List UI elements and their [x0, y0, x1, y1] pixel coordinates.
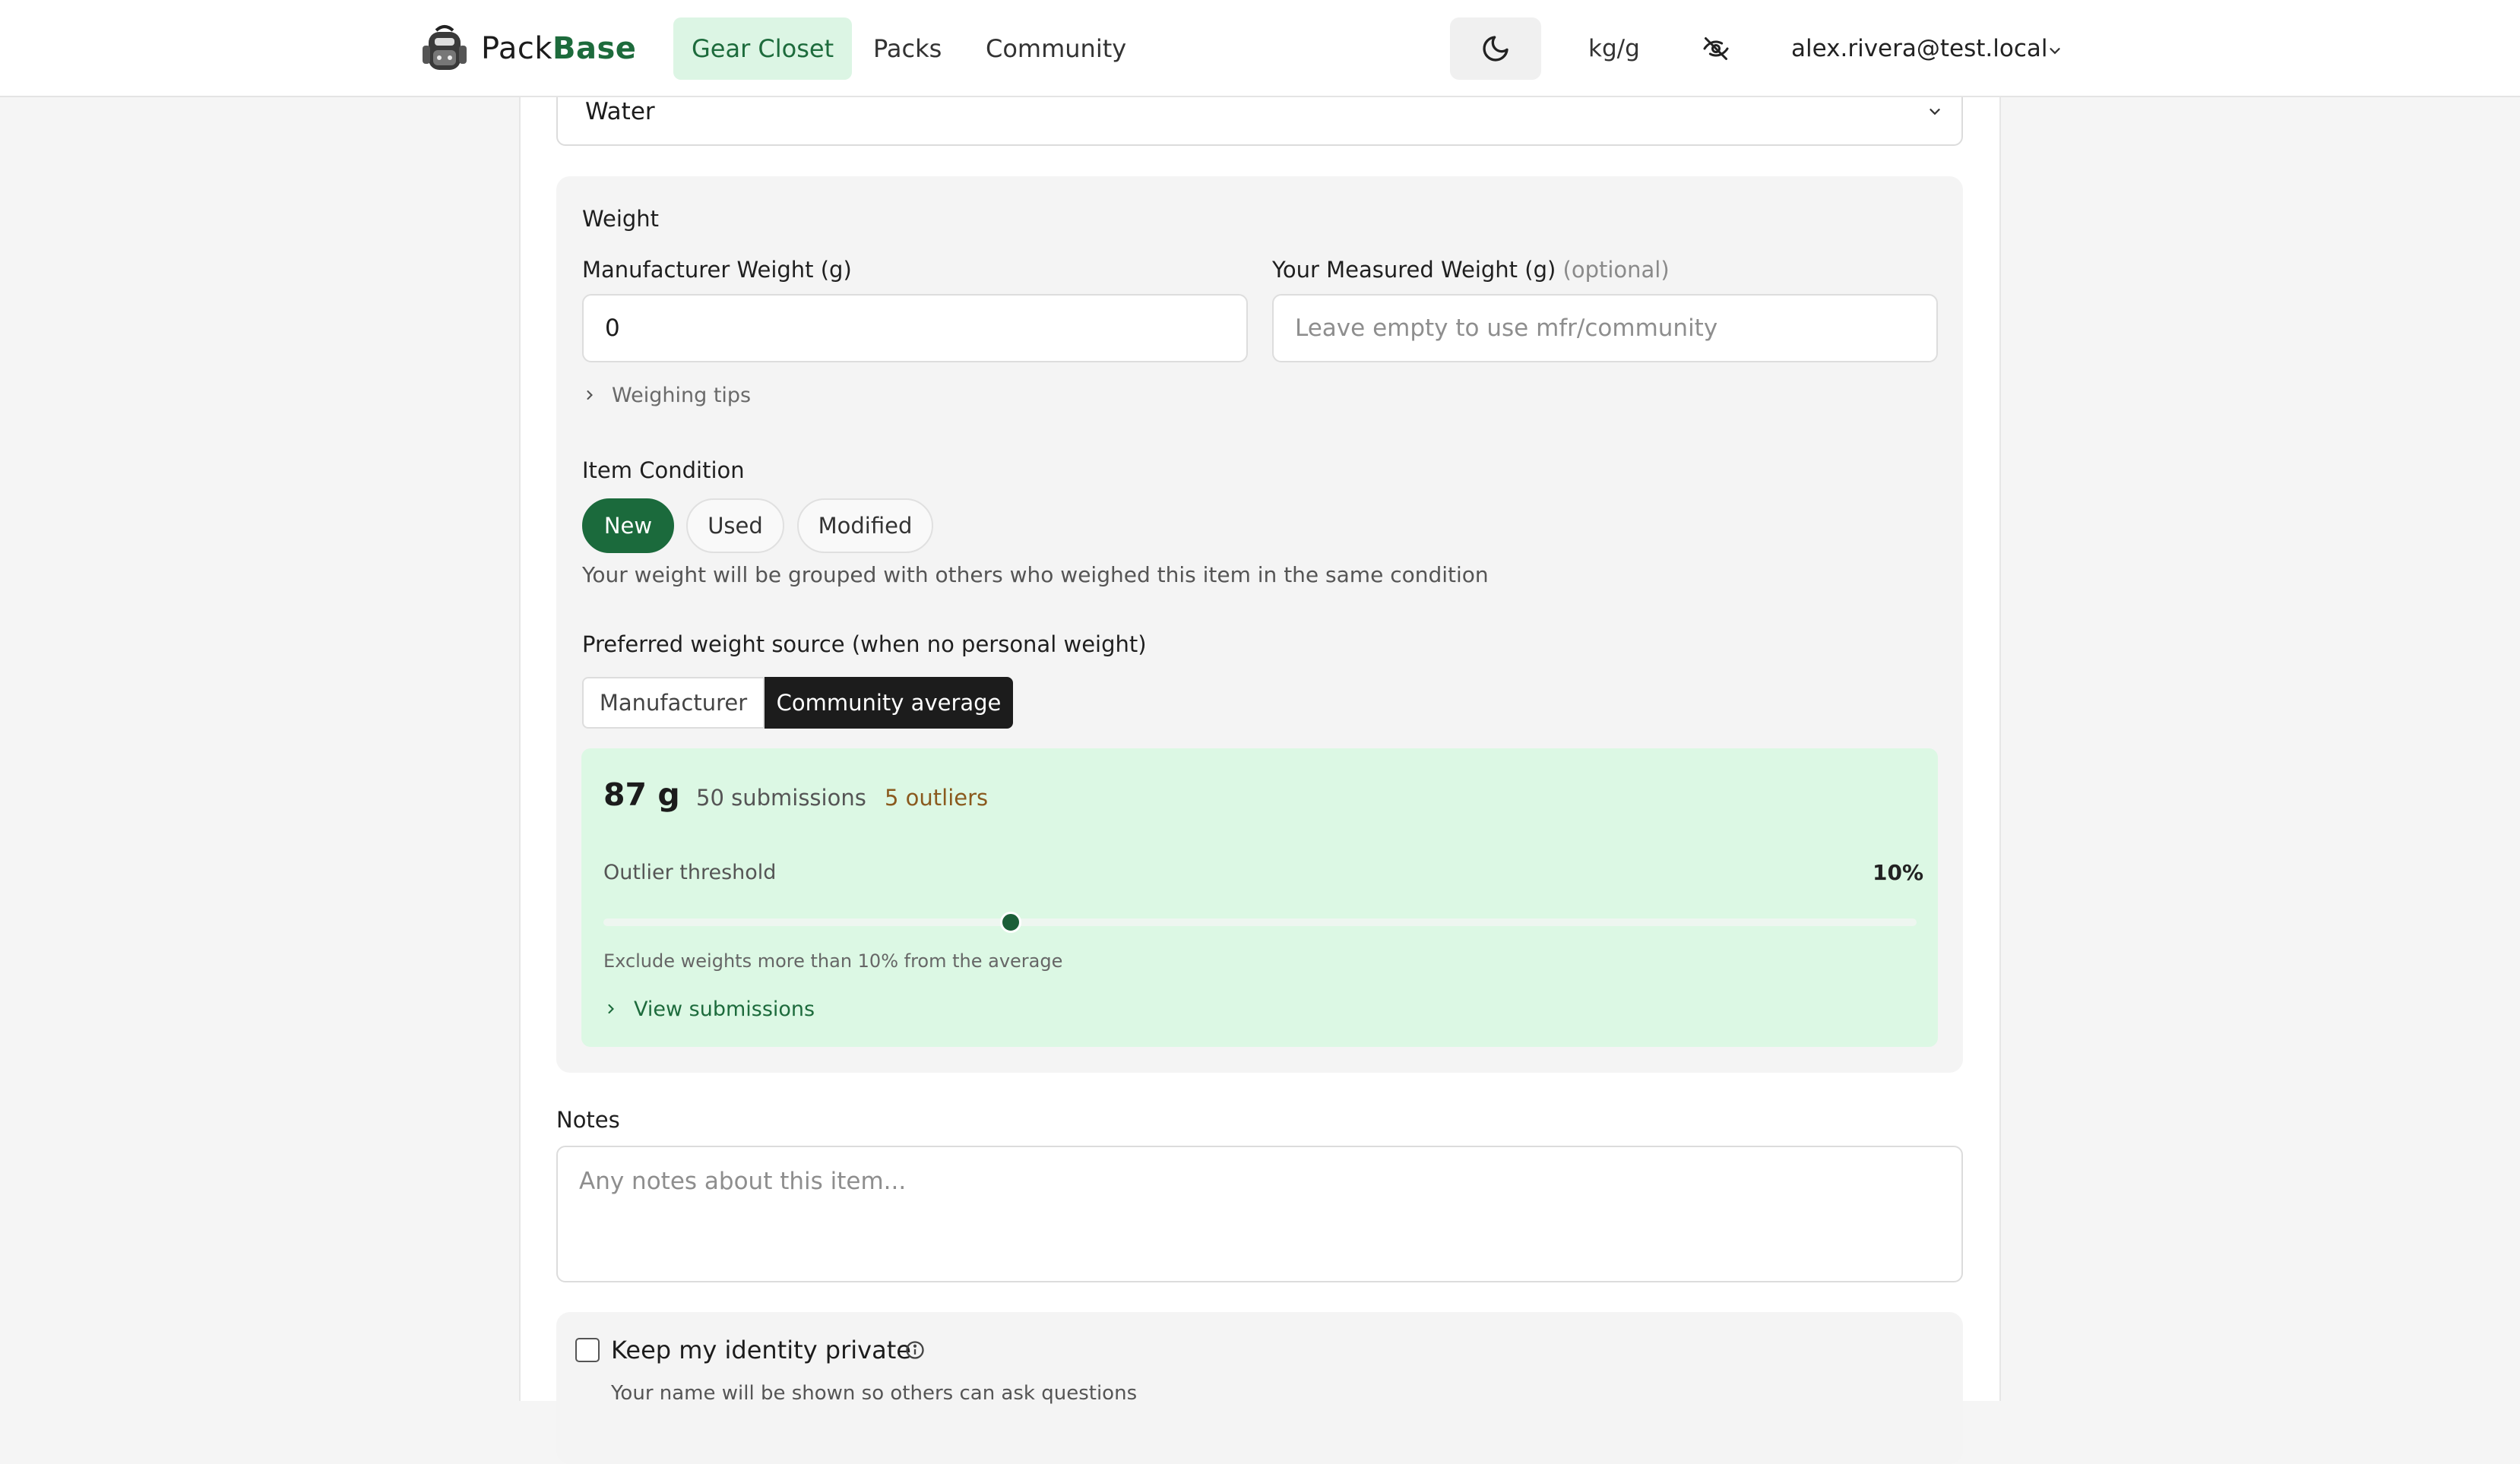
brand-suffix: Base	[552, 31, 637, 66]
condition-used-button[interactable]: Used	[686, 498, 784, 553]
measured-weight-input[interactable]: Leave empty to use mfr/community	[1272, 294, 1938, 362]
condition-new-button[interactable]: New	[582, 498, 674, 553]
outlier-threshold-value: 10%	[1873, 860, 1924, 885]
privacy-hint: Your name will be shown so others can as…	[611, 1382, 1138, 1405]
notes-textarea[interactable]: Any notes about this item...	[556, 1146, 1963, 1282]
info-icon[interactable]	[904, 1339, 926, 1361]
condition-label: Item Condition	[582, 457, 745, 483]
chevron-right-icon	[608, 1004, 614, 1014]
submission-count: 50 submissions	[696, 785, 866, 811]
source-manufacturer-button[interactable]: Manufacturer	[582, 677, 765, 729]
backpack-logo-icon[interactable]	[421, 23, 468, 73]
theme-toggle-button[interactable]	[1450, 17, 1541, 80]
source-community-button[interactable]: Community average	[765, 677, 1013, 729]
community-average-weight: 87 g	[603, 776, 680, 813]
outlier-count: 5 outliers	[885, 785, 989, 811]
nav-gear-closet[interactable]: Gear Closet	[673, 17, 853, 80]
category-select-value: Water	[585, 98, 655, 125]
condition-hint: Your weight will be grouped with others …	[582, 562, 1489, 587]
top-navbar: PackBase Gear Closet Packs Community kg/…	[0, 0, 2520, 97]
nav-packs[interactable]: Packs	[855, 17, 960, 80]
unit-toggle[interactable]: kg/g	[1588, 27, 1640, 70]
notes-placeholder: Any notes about this item...	[579, 1168, 907, 1195]
optional-tag: (optional)	[1562, 257, 1670, 283]
slider-thumb[interactable]	[999, 912, 1021, 933]
eye-off-icon[interactable]	[1702, 35, 1730, 62]
user-email: alex.rivera@test.local	[1791, 35, 2048, 62]
outlier-threshold-label: Outlier threshold	[603, 861, 777, 884]
manufacturer-weight-label: Manufacturer Weight (g)	[582, 257, 852, 283]
brand-name[interactable]: PackBase	[481, 27, 636, 70]
view-submissions-label: View submissions	[634, 998, 815, 1021]
measured-weight-label: Your Measured Weight (g) (optional)	[1272, 255, 1670, 285]
measured-weight-label-text: Your Measured Weight (g)	[1272, 257, 1556, 283]
threshold-hint: Exclude weights more than 10% from the a…	[603, 950, 1063, 972]
privacy-checkbox[interactable]	[575, 1338, 600, 1362]
weight-source-label: Preferred weight source (when no persona…	[582, 631, 1147, 657]
weighing-tips-label: Weighing tips	[612, 384, 752, 407]
manufacturer-weight-input[interactable]: 0	[582, 294, 1248, 362]
chevron-down-icon	[2050, 48, 2060, 55]
moon-icon	[1483, 36, 1509, 62]
weight-section-title: Weight	[582, 206, 660, 232]
chevron-right-icon	[587, 390, 593, 400]
condition-modified-button[interactable]: Modified	[797, 498, 933, 553]
nav-community[interactable]: Community	[967, 17, 1144, 80]
user-menu[interactable]: alex.rivera@test.local	[1791, 27, 2060, 70]
notes-label: Notes	[556, 1107, 620, 1133]
chevron-down-icon	[1930, 109, 1940, 115]
privacy-label[interactable]: Keep my identity private	[611, 1333, 911, 1367]
outlier-threshold-slider[interactable]	[603, 919, 1917, 926]
brand-prefix: Pack	[481, 31, 552, 66]
